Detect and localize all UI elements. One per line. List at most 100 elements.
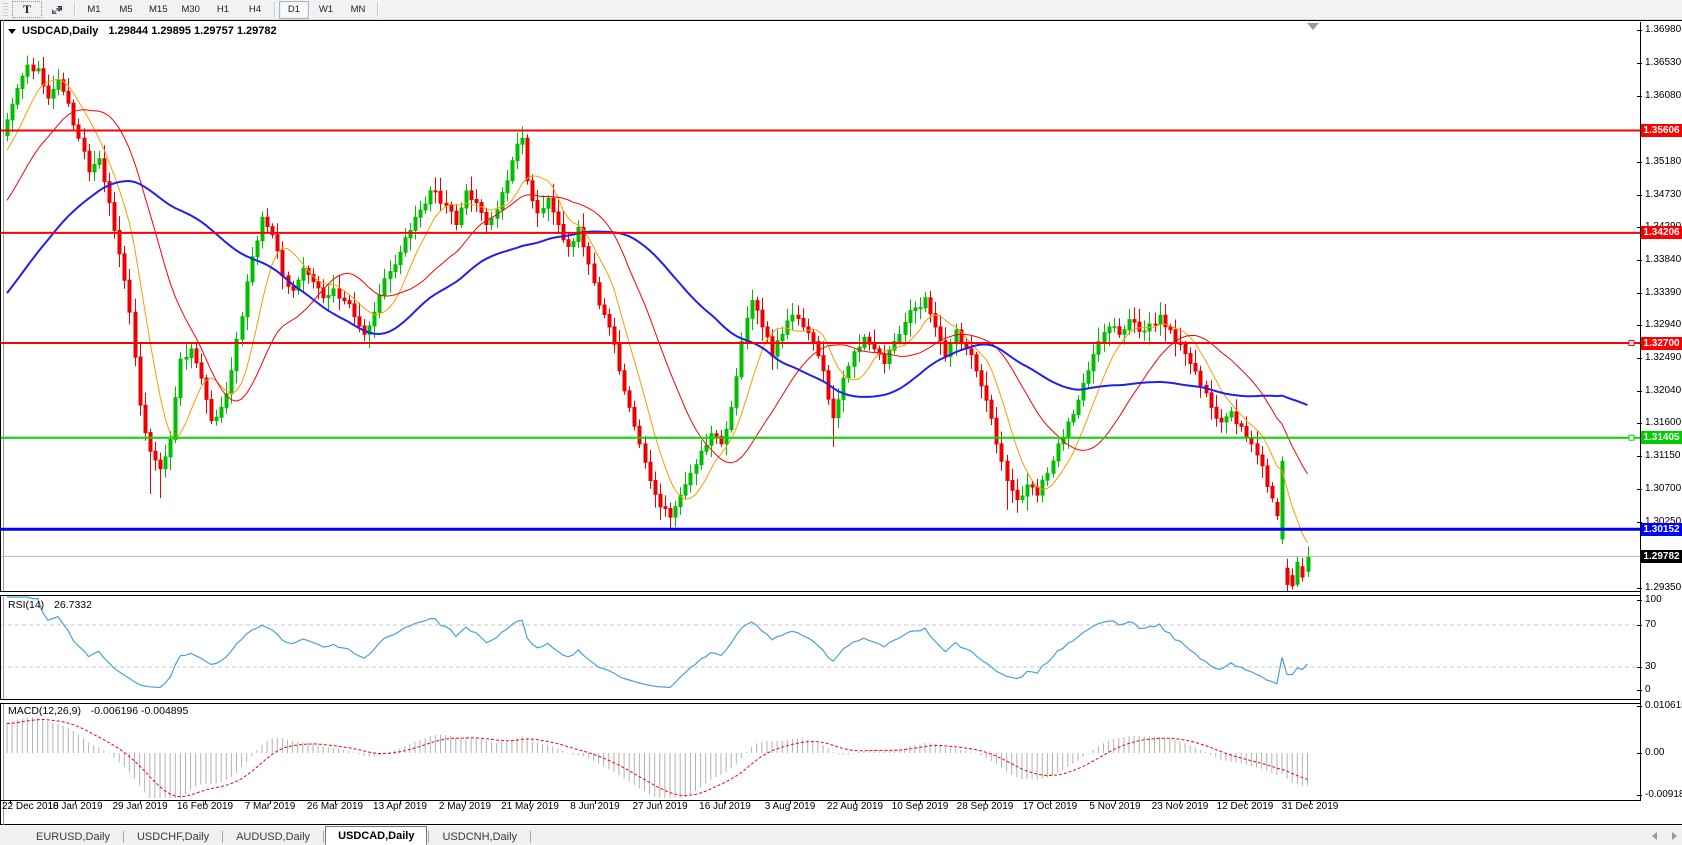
- date-label: 2 May 2019: [433, 801, 497, 812]
- axis-tick-mark: [1637, 63, 1642, 64]
- timeframe-button-mn[interactable]: MN: [343, 1, 373, 19]
- toolbar-separator: [74, 2, 75, 17]
- price-level-badge: 1.29782: [1641, 550, 1682, 563]
- top-toolbar: T M1M5M15M30H1H4 D1W1MN: [0, 0, 1682, 20]
- axis-tick-mark: [1637, 795, 1642, 796]
- axis-tick-mark: [1637, 423, 1642, 424]
- chart-tab-usdchf[interactable]: USDCHF,Daily: [125, 829, 221, 845]
- tab-divider: [530, 831, 531, 843]
- axis-tick-mark: [1637, 96, 1642, 97]
- indicator-tick-label: 70: [1645, 619, 1682, 631]
- axis-tick-mark: [1637, 30, 1642, 31]
- price-tick-label: 1.36530: [1645, 57, 1682, 69]
- indicator-tick-label: 0: [1645, 684, 1682, 696]
- price-level-badge: 1.32700: [1641, 337, 1682, 350]
- tab-divider: [323, 831, 324, 843]
- date-label: 28 Sep 2019: [953, 801, 1017, 812]
- date-label: 23 Nov 2019: [1148, 801, 1212, 812]
- price-tick-label: 1.32940: [1645, 319, 1682, 331]
- date-label: 7 Mar 2019: [238, 801, 302, 812]
- date-label: 12 Dec 2019: [1213, 801, 1277, 812]
- chart-ohlc-values: 1.29844 1.29895 1.29757 1.29782: [108, 25, 276, 37]
- tab-divider: [428, 831, 429, 843]
- date-label: 27 Jun 2019: [628, 801, 692, 812]
- price-tick-label: 1.30700: [1645, 483, 1682, 495]
- price-tick-label: 1.32040: [1645, 385, 1682, 397]
- symbol-dropdown-icon[interactable]: [8, 29, 16, 34]
- date-label: 3 Aug 2019: [758, 801, 822, 812]
- price-level-badge: 1.35606: [1641, 124, 1682, 137]
- axis-tick-mark: [1637, 625, 1642, 626]
- tab-scroll-right-button[interactable]: [1672, 832, 1677, 840]
- date-label: 13 Apr 2019: [368, 801, 432, 812]
- chart-tab-eurusd[interactable]: EURUSD,Daily: [24, 829, 122, 845]
- chart-tab-bar: EURUSD,DailyUSDCHF,DailyAUDUSD,DailyUSDC…: [0, 826, 1682, 845]
- chart-tab-usdcnh[interactable]: USDCNH,Daily: [430, 829, 529, 845]
- indicator-tick-label: 100: [1645, 594, 1682, 606]
- date-label: 8 Jun 2019: [563, 801, 627, 812]
- axis-tick-mark: [1637, 391, 1642, 392]
- indicator-tick-label: 0.010615: [1645, 700, 1682, 712]
- price-level-badge: 1.30152: [1641, 523, 1682, 536]
- axis-tick-mark: [1637, 325, 1642, 326]
- date-label: 31 Dec 2019: [1278, 801, 1342, 812]
- price-tick-label: 1.31600: [1645, 417, 1682, 429]
- timeframe-button-m15[interactable]: M15: [143, 1, 173, 19]
- price-level-badge: 1.34206: [1641, 226, 1682, 239]
- price-tick-label: 1.33840: [1645, 254, 1682, 266]
- date-label: 16 Feb 2019: [173, 801, 237, 812]
- axis-tick-mark: [1637, 456, 1642, 457]
- macd-label: MACD(12,26,9) -0.006196 -0.004895: [8, 705, 188, 717]
- timeframe-button-w1[interactable]: W1: [311, 1, 341, 19]
- tab-scroll-left-button[interactable]: [1652, 832, 1657, 840]
- date-label: 21 May 2019: [498, 801, 562, 812]
- date-label: 29 Jan 2019: [108, 801, 172, 812]
- axis-tick-mark: [1637, 260, 1642, 261]
- indicator-tick-label: -0.009185: [1645, 789, 1682, 801]
- rsi-label: RSI(14) 26.7332: [8, 599, 92, 611]
- axis-tick-mark: [1637, 293, 1642, 294]
- macd-values: -0.006196 -0.004895: [91, 705, 189, 717]
- chart-tab-usdcad[interactable]: USDCAD,Daily: [325, 826, 427, 845]
- rsi-name: RSI(14): [8, 599, 44, 611]
- toolbar-separator: [274, 2, 275, 17]
- price-tick-label: 1.33390: [1645, 287, 1682, 299]
- date-label: 16 Jul 2019: [693, 801, 757, 812]
- timeframe-button-h4[interactable]: H4: [240, 1, 270, 19]
- timeframe-button-m30[interactable]: M30: [175, 1, 205, 19]
- macd-name: MACD(12,26,9): [8, 705, 81, 717]
- axis-tick-mark: [1637, 600, 1642, 601]
- axis-tick-mark: [1637, 588, 1642, 589]
- timeframe-button-h1[interactable]: H1: [208, 1, 238, 19]
- price-level-badge: 1.31405: [1641, 431, 1682, 444]
- price-tick-label: 1.32490: [1645, 352, 1682, 364]
- timeframe-button-d1[interactable]: D1: [279, 1, 309, 19]
- price-tick-label: 1.29350: [1645, 582, 1682, 594]
- timeframe-button-m1[interactable]: M1: [79, 1, 109, 19]
- arrows-icon: [50, 4, 64, 16]
- macd-indicator-plot[interactable]: [1, 703, 1640, 800]
- price-tick-label: 1.36080: [1645, 90, 1682, 102]
- rsi-indicator-plot[interactable]: [1, 595, 1640, 699]
- toolbar-separator: [377, 2, 378, 17]
- price-tick-label: 1.36980: [1645, 24, 1682, 36]
- chart-tab-audusd[interactable]: AUDUSD,Daily: [224, 829, 322, 845]
- toolbar-grip: [3, 3, 8, 17]
- date-label: 22 Aug 2019: [823, 801, 887, 812]
- text-tool-button[interactable]: T: [12, 1, 42, 18]
- date-label: 5 Nov 2019: [1083, 801, 1147, 812]
- axis-tick-mark: [1637, 162, 1642, 163]
- axis-tick-mark: [1637, 706, 1642, 707]
- chart-symbol-label: USDCAD,Daily: [22, 25, 98, 37]
- indicator-tick-label: 0.00: [1645, 747, 1682, 759]
- objects-dropdown-button[interactable]: [44, 1, 70, 19]
- price-tick-label: 1.34730: [1645, 189, 1682, 201]
- date-label: 10 Jan 2019: [43, 801, 107, 812]
- axis-tick-mark: [1637, 667, 1642, 668]
- date-label: 10 Sep 2019: [888, 801, 952, 812]
- price-chart-plot[interactable]: [1, 22, 1640, 592]
- price-tick-label: 1.35180: [1645, 156, 1682, 168]
- price-axis-line: [1640, 22, 1641, 800]
- chart-info-line: USDCAD,Daily 1.29844 1.29895 1.29757 1.2…: [8, 25, 277, 37]
- timeframe-button-m5[interactable]: M5: [111, 1, 141, 19]
